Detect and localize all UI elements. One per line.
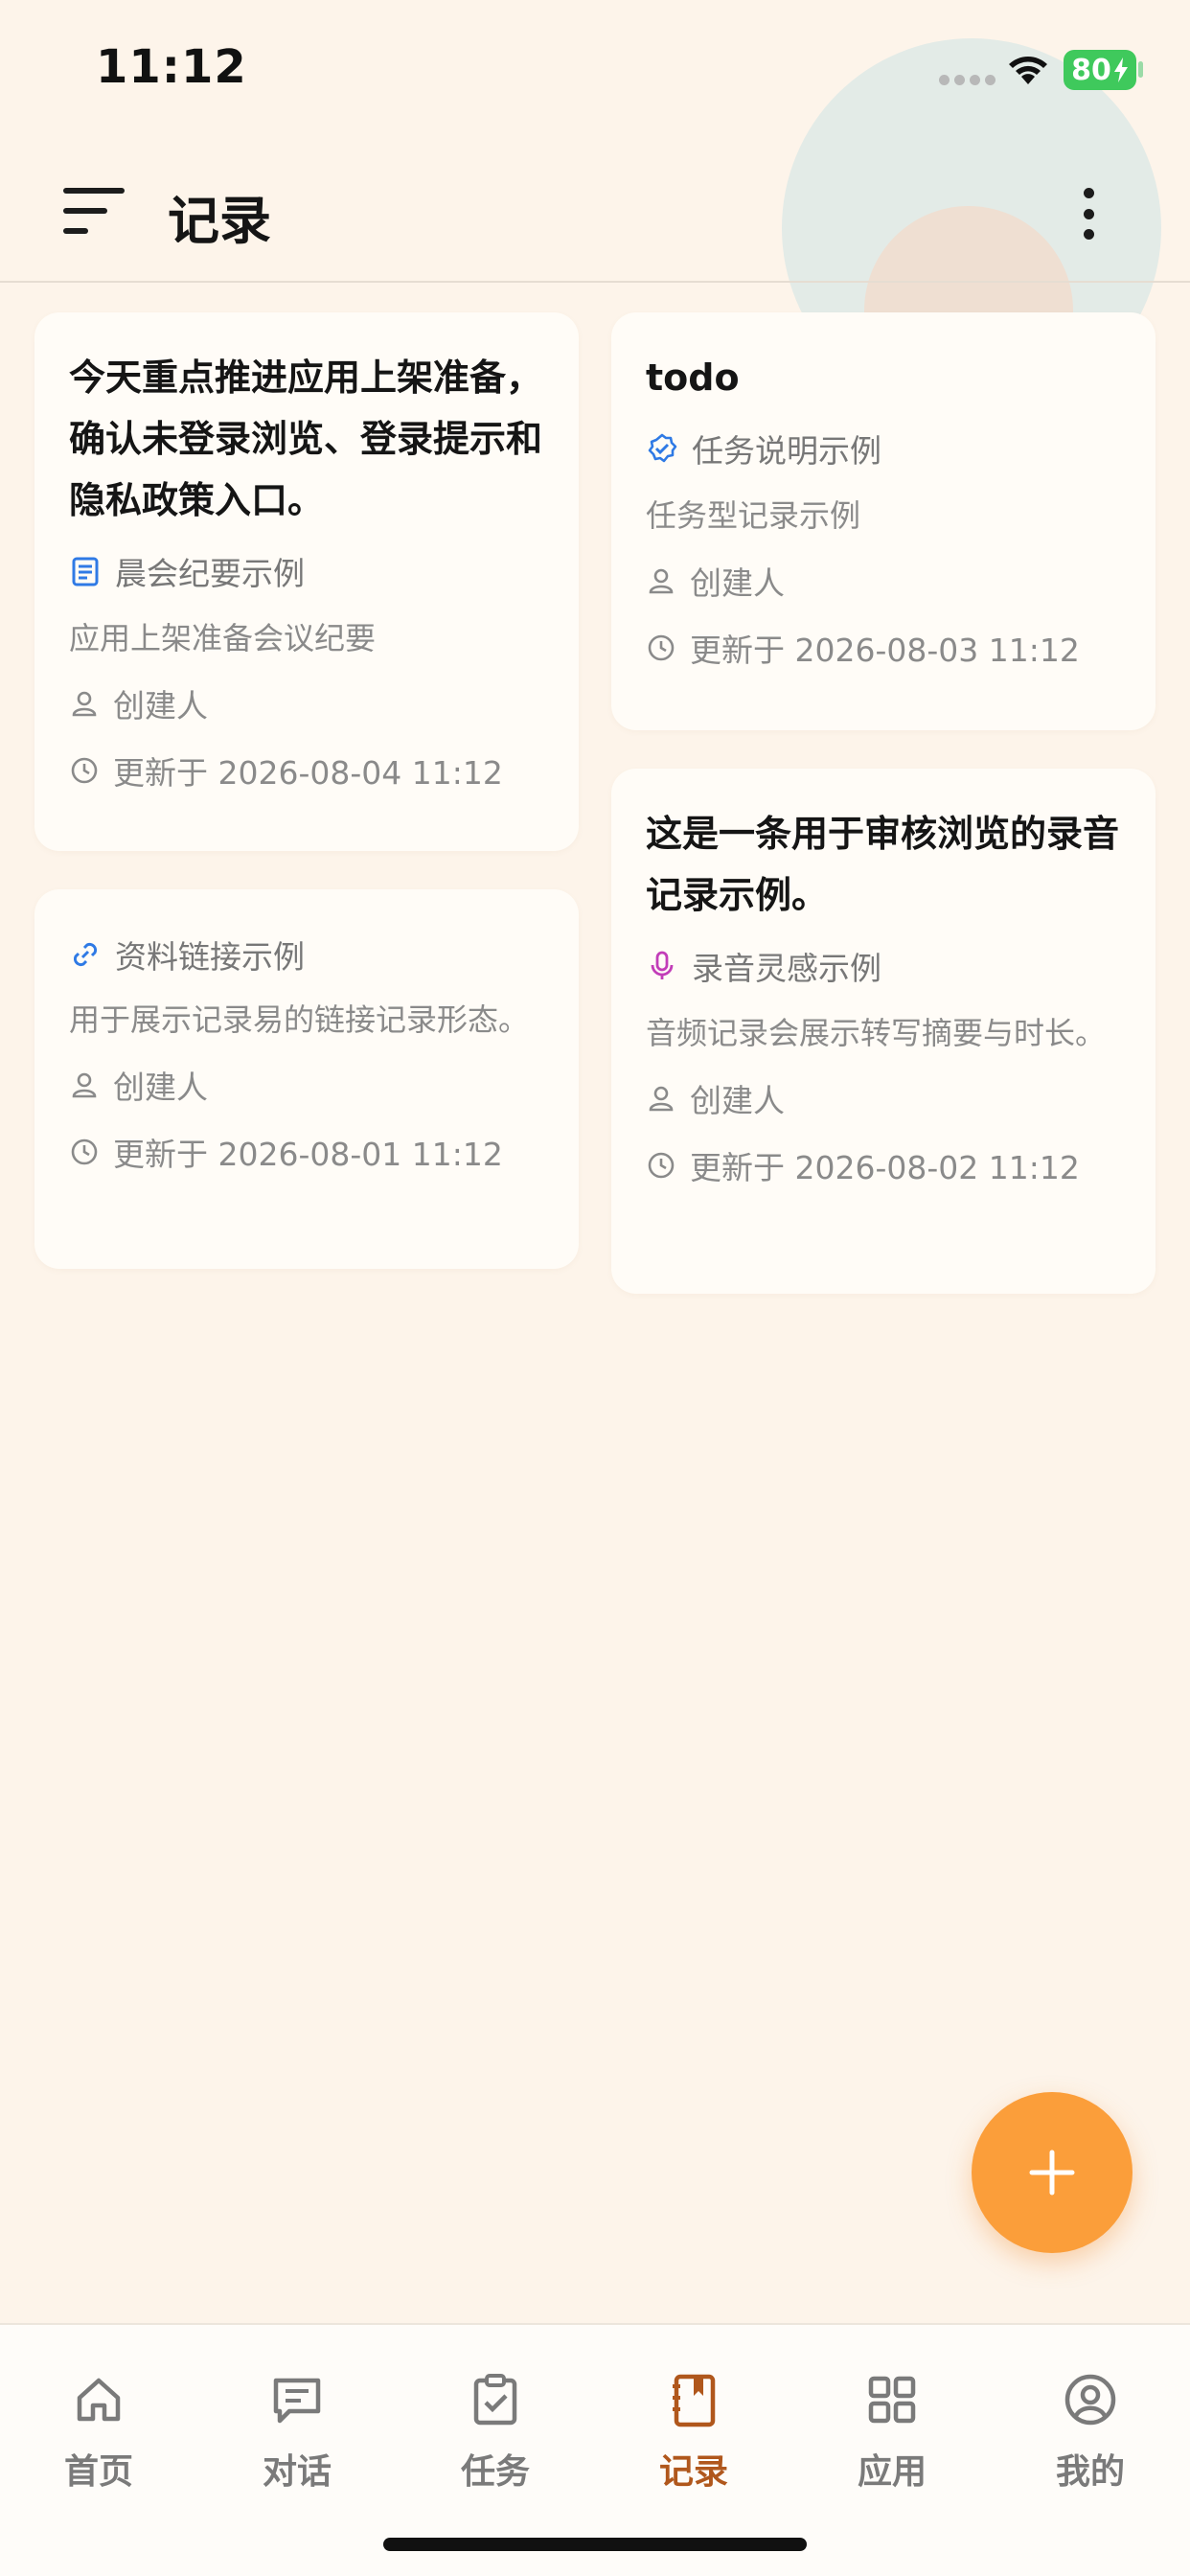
card-tag: 资料链接示例 <box>115 938 305 976</box>
link-icon <box>73 942 98 967</box>
card-updated-time: 更新于 2026-08-04 11:12 <box>113 754 503 792</box>
record-card[interactable]: 今天重点推进应用上架准备，确认未登录浏览、登录提示和隐私政策入口。 晨会纪要示例… <box>34 312 579 851</box>
user-circle-icon <box>1064 2374 1116 2426</box>
tab-label: 应用 <box>857 2452 927 2492</box>
plus-icon <box>1029 2150 1075 2196</box>
add-record-button[interactable] <box>972 2092 1133 2253</box>
clock-icon <box>71 757 98 784</box>
grid-icon <box>868 2376 916 2424</box>
battery-cap <box>1138 61 1143 78</box>
card-tag: 录音灵感示例 <box>692 950 881 987</box>
verified-badge-icon <box>648 433 677 463</box>
person-icon <box>72 691 97 717</box>
card-updated-time: 更新于 2026-08-01 11:12 <box>113 1136 503 1173</box>
page-title: 记录 <box>168 191 271 251</box>
card-updated-time: 更新于 2026-08-03 11:12 <box>690 632 1080 669</box>
home-indicator <box>383 2538 807 2551</box>
person-icon <box>649 1086 674 1112</box>
card-updated-time: 更新于 2026-08-02 11:12 <box>690 1149 1080 1186</box>
card-description: 用于展示记录易的链接记录形态。 <box>69 1001 530 1038</box>
card-description: 音频记录会展示转写摘要与时长。 <box>646 1015 1107 1051</box>
tab-label: 我的 <box>1055 2452 1125 2492</box>
charging-bolt-icon <box>1113 58 1128 82</box>
card-description: 任务型记录示例 <box>646 497 861 534</box>
filter-menu-icon[interactable] <box>63 184 125 238</box>
person-icon <box>72 1072 97 1098</box>
card-tag: 任务说明示例 <box>692 432 881 470</box>
battery-level: 80 <box>1071 53 1111 87</box>
tab-label: 对话 <box>262 2452 332 2492</box>
microphone-icon <box>651 951 674 979</box>
card-creator: 创建人 <box>113 1069 208 1106</box>
more-options-icon[interactable] <box>1069 184 1108 243</box>
cellular-signal-icon <box>939 75 995 85</box>
wifi-icon <box>1009 57 1047 84</box>
tab-home[interactable]: 首页 <box>22 2371 175 2494</box>
battery-indicator: 80 <box>1064 50 1136 90</box>
home-icon <box>77 2378 121 2422</box>
tab-label: 任务 <box>460 2452 530 2492</box>
tab-tasks[interactable]: 任务 <box>419 2371 572 2494</box>
card-title: todo <box>646 356 740 399</box>
tab-chat[interactable]: 对话 <box>220 2371 374 2494</box>
record-card[interactable]: 这是一条用于审核浏览的录音记录示例。 录音灵感示例 音频记录会展示转写摘要与时长… <box>611 769 1156 1294</box>
clock-icon <box>648 634 675 661</box>
document-icon <box>72 557 99 586</box>
tab-records[interactable]: 记录 <box>617 2371 770 2494</box>
card-tag: 晨会纪要示例 <box>115 555 305 592</box>
tab-label: 首页 <box>63 2452 133 2492</box>
record-card[interactable]: 资料链接示例 用于展示记录易的链接记录形态。 创建人 更新于 2026-08-0… <box>34 889 579 1269</box>
card-creator: 创建人 <box>690 1082 785 1119</box>
clock-icon <box>71 1138 98 1165</box>
card-creator: 创建人 <box>690 564 785 602</box>
clipboard-check-icon <box>473 2374 517 2426</box>
notebook-icon <box>673 2374 716 2427</box>
clock-icon <box>648 1152 675 1179</box>
chat-icon <box>273 2378 321 2424</box>
person-icon <box>649 568 674 594</box>
card-creator: 创建人 <box>113 687 208 724</box>
app-header: 记录 <box>0 144 1190 283</box>
tab-profile[interactable]: 我的 <box>1014 2371 1167 2494</box>
status-time: 11:12 <box>96 40 247 94</box>
status-bar: 11:12 80 <box>0 0 1190 144</box>
card-title: 这是一条用于审核浏览的录音记录示例。 <box>646 813 1120 916</box>
tab-label: 记录 <box>658 2452 728 2492</box>
record-card[interactable]: todo 任务说明示例 任务型记录示例 创建人 更新于 2026-08-03 1… <box>611 312 1156 730</box>
card-description: 应用上架准备会议纪要 <box>69 620 377 656</box>
tab-apps[interactable]: 应用 <box>815 2371 969 2494</box>
card-title: 今天重点推进应用上架准备，确认未登录浏览、登录提示和隐私政策入口。 <box>69 356 543 521</box>
